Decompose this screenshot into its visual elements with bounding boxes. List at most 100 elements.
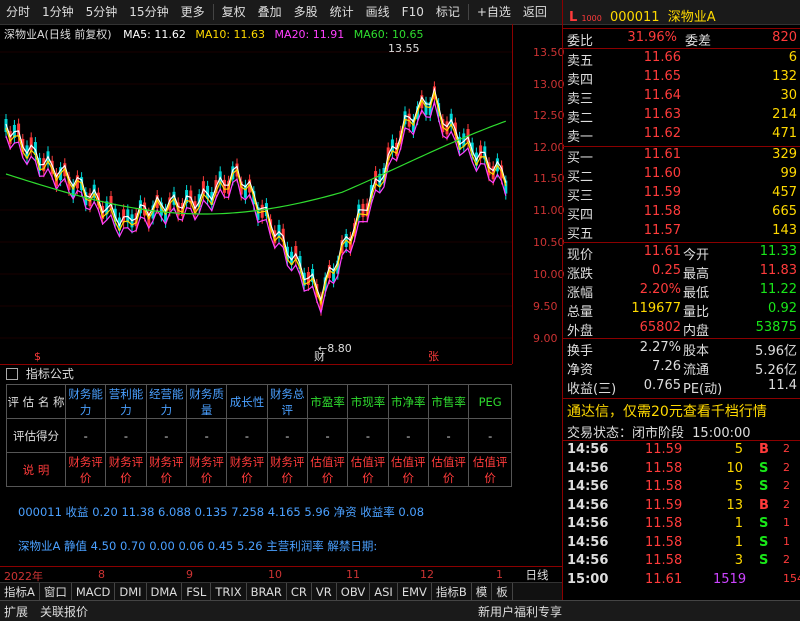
toolbar-btn-3[interactable]: 15分钟	[123, 0, 174, 24]
trade-row: 14:56 11.58 10 S 2	[563, 461, 800, 479]
tab-7[interactable]: BRAR	[247, 583, 287, 601]
trade-side: S	[759, 553, 769, 568]
stat2-label: PE(动)	[683, 382, 723, 397]
stat-row: 涨跌 0.25 最高 11.83	[563, 263, 800, 282]
status-label: 交易状态：闭市阶段	[567, 426, 685, 441]
toolbar-btn-6[interactable]: 叠加	[252, 0, 288, 24]
trade-price: 11.58	[645, 516, 683, 531]
stat2-label: 股本	[683, 344, 710, 359]
order-volume: 30	[780, 88, 797, 103]
tab-14[interactable]: 模	[472, 583, 493, 601]
stat2-label: 收益(三)	[567, 382, 617, 397]
kline-svg: 13.55←8.80$ 财张	[0, 42, 512, 363]
ad-text[interactable]: 通达信，仅需20元查看千档行情	[567, 401, 767, 421]
tab-10[interactable]: OBV	[337, 583, 371, 601]
tab-6[interactable]: TRIX	[211, 583, 247, 601]
bid-row: 买五 11.57 143	[563, 223, 800, 242]
tab-1[interactable]: 窗口	[40, 583, 72, 601]
expand-button[interactable]: 扩展	[4, 603, 28, 620]
stat-value: 2.20%	[639, 282, 681, 297]
indicator-checkbox-icon[interactable]	[6, 368, 18, 380]
related-quote-button[interactable]: 关联报价	[40, 603, 88, 620]
bottom-bar: 扩展 关联报价 新用户福利专享	[0, 600, 800, 621]
stat2-label: 换手	[567, 344, 594, 359]
new-user-promo[interactable]: 新用户福利专享	[478, 603, 562, 620]
stat-row: 外盘 65802 内盘 53875	[563, 320, 800, 339]
tab-2[interactable]: MACD	[72, 583, 116, 601]
stat2-value: 11.4	[768, 378, 797, 393]
period-label[interactable]: 日线	[512, 566, 562, 583]
stat2-row: 收益(三) 0.765 PE(动) 11.4	[563, 378, 800, 397]
order-label: 卖三	[567, 92, 594, 107]
dividend-marker: $	[34, 350, 41, 363]
high-price-label: 13.55	[388, 42, 420, 55]
eval-cell: 评估得分	[6, 418, 66, 453]
eval-cell: 营利能力	[105, 384, 147, 419]
eval-cell: -	[185, 418, 228, 453]
date-tick: 9	[186, 568, 193, 581]
tab-8[interactable]: CR	[287, 583, 312, 601]
toolbar-btn-0[interactable]: 分时	[0, 0, 36, 24]
date-tick: 11	[346, 568, 360, 581]
trade-price: 11.59	[645, 442, 683, 457]
trade-side: S	[759, 516, 769, 531]
toolbar-btn-10[interactable]: F10	[396, 0, 430, 24]
eval-cell: 市净率	[387, 384, 429, 419]
tab-9[interactable]: VR	[312, 583, 337, 601]
trade-row: 14:56 11.59 13 B 2	[563, 498, 800, 516]
toolbar-btn-13[interactable]: 返回	[517, 0, 553, 24]
stat-row: 总量 119677 量比 0.92	[563, 301, 800, 320]
stat2-value: 5.26亿	[755, 363, 797, 378]
toolbar-btn-8[interactable]: 统计	[324, 0, 360, 24]
order-price: 11.57	[643, 223, 681, 238]
trade-side: S	[759, 460, 769, 476]
tab-13[interactable]: 指标B	[432, 583, 472, 601]
trade-count: 2	[783, 442, 790, 455]
level-icon: L	[569, 10, 578, 25]
tab-0[interactable]: 指标A	[0, 583, 40, 601]
toolbar-btn-12[interactable]: +自选	[471, 0, 517, 24]
stat-label: 涨幅	[567, 286, 594, 301]
trade-row: 14:56 11.59 5 B 2	[563, 442, 800, 460]
stat-value: 11.22	[759, 282, 797, 297]
trade-price: 11.58	[645, 534, 683, 550]
tab-5[interactable]: FSL	[182, 583, 212, 601]
stat-value: 53875	[755, 320, 797, 335]
tab-3[interactable]: DMI	[115, 583, 147, 601]
evaluation-table: 评 估 名 称财务能力 营利能力 经营能力 财务质量 成长性 财务总评 市盈率 市现率 市净率市…	[6, 384, 512, 487]
toolbar-btn-4[interactable]: 更多	[175, 0, 211, 24]
order-volume: 665	[772, 204, 797, 219]
eval-cell: -	[306, 418, 349, 453]
trade-row: 14:56 11.58 1 S 1	[563, 535, 800, 553]
kline-chart[interactable]: 13.55 ←8.80 $ 财张	[0, 24, 562, 364]
toolbar-btn-2[interactable]: 5分钟	[80, 0, 124, 24]
eval-cell: 成长性	[226, 384, 268, 419]
trade-volume: 10	[726, 460, 743, 476]
tab-12[interactable]: EMV	[398, 583, 432, 601]
finance-marker: 财	[314, 349, 325, 363]
eval-cell: PEG	[468, 384, 512, 419]
stat-label: 今开	[683, 248, 710, 263]
tab-15[interactable]: 板	[492, 583, 513, 601]
trade-time: 14:56	[567, 479, 609, 494]
ask-row: 卖一 11.62 471	[563, 126, 800, 145]
eval-cell: -	[427, 418, 470, 453]
tab-11[interactable]: ASI	[370, 583, 398, 601]
status-time: 15:00:00	[692, 426, 751, 441]
stat2-value: 2.27%	[639, 340, 681, 355]
toolbar-btn-7[interactable]: 多股	[288, 0, 324, 24]
tab-4[interactable]: DMA	[147, 583, 183, 601]
trade-status: 交易状态：闭市阶段 15:00:00	[567, 422, 751, 441]
toolbar-separator	[467, 4, 469, 20]
eval-cell: 估值评价	[468, 452, 512, 487]
toolbar-btn-1[interactable]: 1分钟	[36, 0, 80, 24]
toolbar-btn-11[interactable]: 标记	[430, 0, 466, 24]
order-price: 11.65	[643, 69, 681, 84]
eval-cell: 估值评价	[347, 452, 389, 487]
toolbar-btn-5[interactable]: 复权	[216, 0, 252, 24]
ratio-value: 31.96%	[627, 30, 677, 45]
ask-row: 卖四 11.65 132	[563, 69, 800, 88]
quote-header: L 1000 000011 深物业A	[569, 6, 716, 25]
order-price: 11.63	[643, 107, 681, 122]
toolbar-btn-9[interactable]: 画线	[360, 0, 396, 24]
